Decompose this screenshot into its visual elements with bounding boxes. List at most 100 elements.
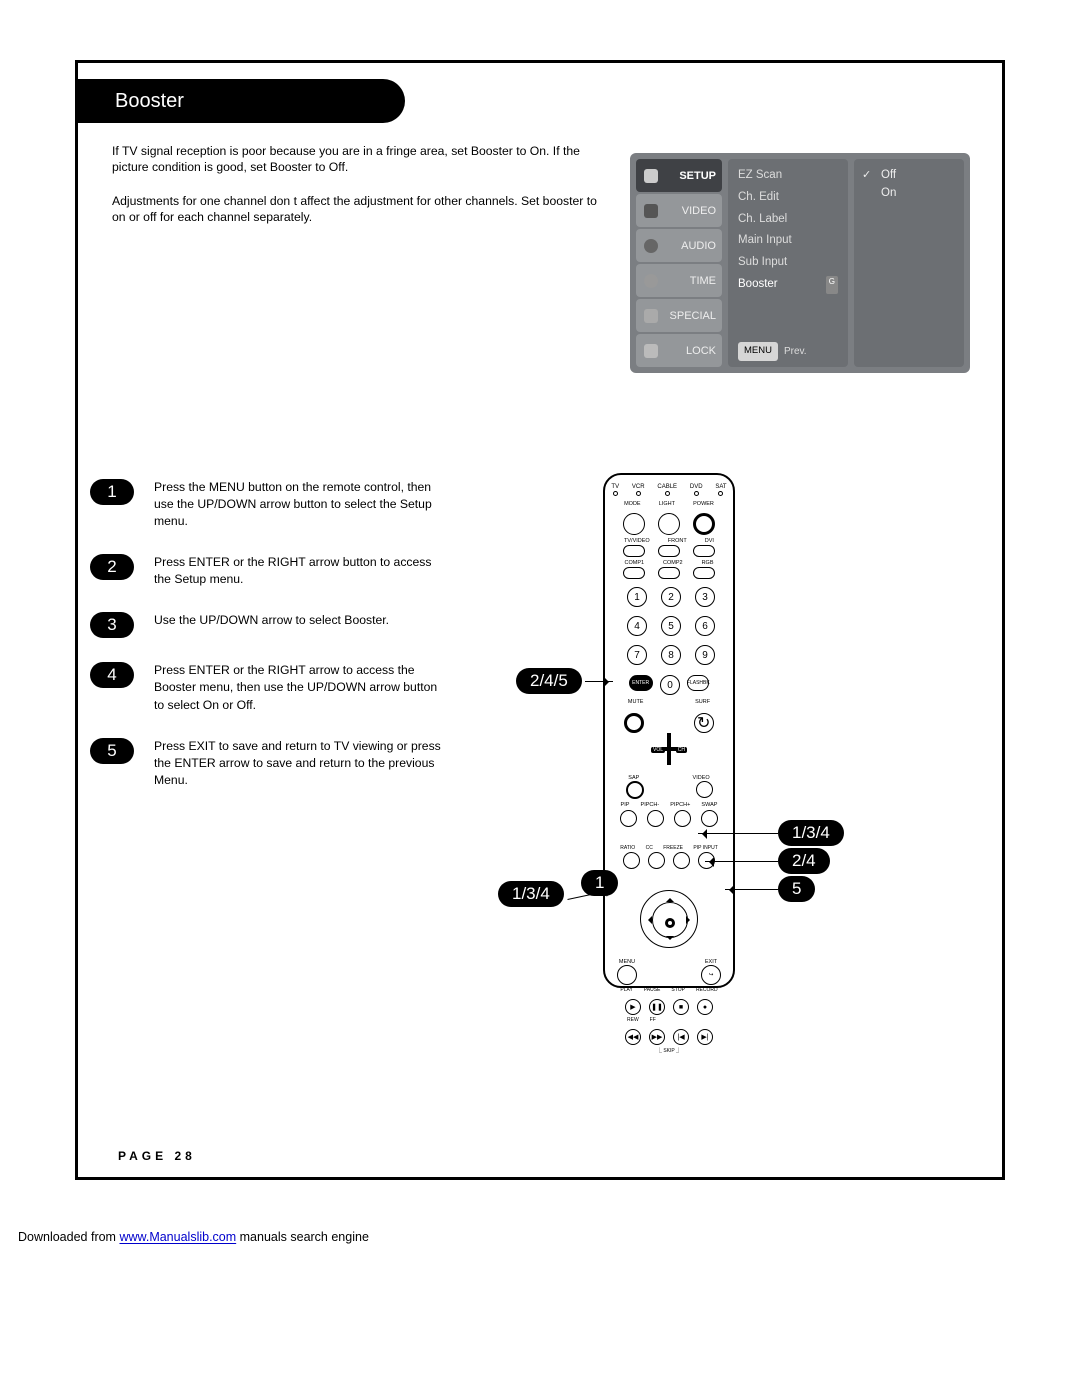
- section-title: Booster: [75, 79, 405, 123]
- row-labels-1: MODELIGHTPOWER: [605, 501, 733, 507]
- download-footer: Downloaded from www.Manualslib.com manua…: [18, 1230, 1080, 1244]
- menu-tab-setup: SETUP: [636, 159, 722, 192]
- pip-row: [605, 810, 733, 827]
- footer-link[interactable]: www.Manualslib.com: [119, 1230, 236, 1244]
- flashbk-button: FLASHBK: [687, 675, 709, 691]
- tv-menu-screenshot: SETUP VIDEO AUDIO TIME SPECIAL LOCK EZ S…: [630, 153, 970, 373]
- mode-button: [623, 513, 645, 535]
- booster-g-badge: G: [826, 276, 838, 294]
- skip-label: ⎿ SKIP ⏌: [605, 1047, 733, 1054]
- swap-button: [701, 810, 718, 827]
- menu-button: [617, 965, 637, 985]
- mode-indicator-row: TV VCR CABLE DVD SAT: [605, 484, 733, 496]
- num-8: 8: [661, 645, 681, 665]
- num-5: 5: [661, 616, 681, 636]
- menu-tab-lock: LOCK: [636, 334, 722, 367]
- leader-245: [585, 681, 613, 682]
- num-2: 2: [661, 587, 681, 607]
- exit-button-group: EXIT ↪: [701, 959, 721, 985]
- step-number-3: 3: [90, 612, 134, 638]
- mute-button: [624, 713, 644, 733]
- enter-button: ENTER: [629, 675, 653, 691]
- dpad-left-icon: [644, 916, 652, 924]
- record-button: ●: [697, 999, 713, 1015]
- button-row-2: [605, 545, 733, 557]
- step-3: 3 Use the UP/DOWN arrow to select Booste…: [90, 612, 450, 638]
- lock-icon: [644, 344, 658, 358]
- page-number: PAGE 28: [118, 1149, 196, 1163]
- transport-row-2: ◀◀▶▶|◀▶|: [605, 1029, 733, 1045]
- callout-134-right: 1/3/4: [778, 820, 844, 846]
- leader-24: [705, 861, 778, 862]
- front-button: [658, 545, 680, 557]
- indicator-dvd: DVD: [690, 484, 703, 496]
- cc-labels: RATIOCCFREEZEPIP INPUT: [605, 845, 733, 851]
- callout-24: 2/4: [778, 848, 830, 874]
- num-9: 9: [695, 645, 715, 665]
- footer-pre: Downloaded from: [18, 1230, 119, 1244]
- mute-surf-labels: MUTESURF: [605, 699, 733, 705]
- intro-paragraph-2: Adjustments for one channel don t affect…: [112, 193, 602, 226]
- menu-tab-time: TIME: [636, 264, 722, 297]
- time-icon: [644, 274, 658, 288]
- step-number-1: 1: [90, 479, 134, 505]
- vol-label: VOL: [651, 747, 665, 753]
- ff-button: ▶▶: [649, 1029, 665, 1045]
- enter-zero-flash-row: ENTER 0 FLASHBK: [605, 675, 733, 695]
- manual-page: Booster If TV signal reception is poor b…: [75, 60, 1005, 1180]
- step-text-3: Use the UP/DOWN arrow to select Booster.: [154, 612, 389, 629]
- intro-paragraph-1: If TV signal reception is poor because y…: [112, 143, 602, 176]
- transport-labels-1: PLAYPAUSESTOPRECORD: [605, 987, 733, 993]
- exit-button: ↪: [701, 965, 721, 985]
- power-button: [693, 513, 715, 535]
- comp1-button: [623, 567, 645, 579]
- pip-labels: PIPPIPCH-PIPCH+SWAP: [605, 802, 733, 808]
- sap-button: [626, 781, 644, 799]
- step-text-2: Press ENTER or the RIGHT arrow button to…: [154, 554, 450, 588]
- num-1: 1: [627, 587, 647, 607]
- menu-button-label: MENU: [738, 342, 778, 361]
- menu-tab-special: SPECIAL: [636, 299, 722, 332]
- indicator-vcr: VCR: [632, 484, 645, 496]
- menu-item-chlabel: Ch. Label: [738, 209, 838, 231]
- skip-fwd-button: ▶|: [697, 1029, 713, 1045]
- option-on: On: [862, 184, 956, 202]
- dpad-center-button: [665, 918, 675, 928]
- remote-diagram-area: TV VCR CABLE DVD SAT MODELIGHTPOWER TV/V…: [603, 473, 735, 988]
- transport-row-1: ▶❚❚■●: [605, 999, 733, 1015]
- step-5: 5 Press EXIT to save and return to TV vi…: [90, 738, 450, 789]
- num-7: 7: [627, 645, 647, 665]
- setup-icon: [644, 169, 658, 183]
- menu-exit-row: MENU EXIT ↪: [605, 959, 733, 985]
- pipch-minus-button: [647, 810, 664, 827]
- num-6: 6: [695, 616, 715, 636]
- menu-prev-label: Prev.: [784, 344, 807, 360]
- audio-icon: [644, 239, 658, 253]
- number-pad: 1 2 3 4 5 6 7 8 9: [605, 579, 733, 669]
- check-icon: ✓: [862, 168, 874, 181]
- menu-item-subinput: Sub Input: [738, 252, 838, 274]
- callout-5: 5: [778, 876, 815, 902]
- num-3: 3: [695, 587, 715, 607]
- ch-label: CH: [676, 747, 687, 753]
- menu-item-chedit: Ch. Edit: [738, 187, 838, 209]
- menu-button-group: MENU: [617, 959, 637, 985]
- video-icon: [644, 204, 658, 218]
- menu-item-ezscan: EZ Scan: [738, 165, 838, 187]
- light-button: [658, 513, 680, 535]
- row-labels-3: COMP1COMP2RGB: [605, 560, 733, 566]
- step-1: 1 Press the MENU button on the remote co…: [90, 479, 450, 530]
- num-0: 0: [660, 675, 680, 695]
- exit-label: EXIT: [701, 959, 721, 965]
- mute-surf-row: ↻: [605, 713, 733, 733]
- step-number-2: 2: [90, 554, 134, 580]
- menu-label: MENU: [617, 959, 637, 965]
- indicator-dot-icon: [613, 491, 618, 496]
- remote-control: TV VCR CABLE DVD SAT MODELIGHTPOWER TV/V…: [603, 473, 735, 988]
- menu-item-maininput: Main Input: [738, 230, 838, 252]
- sap-video-row: [605, 781, 733, 799]
- rgb-button: [693, 567, 715, 579]
- button-row-1: [605, 513, 733, 535]
- button-row-3: [605, 567, 733, 579]
- step-number-5: 5: [90, 738, 134, 764]
